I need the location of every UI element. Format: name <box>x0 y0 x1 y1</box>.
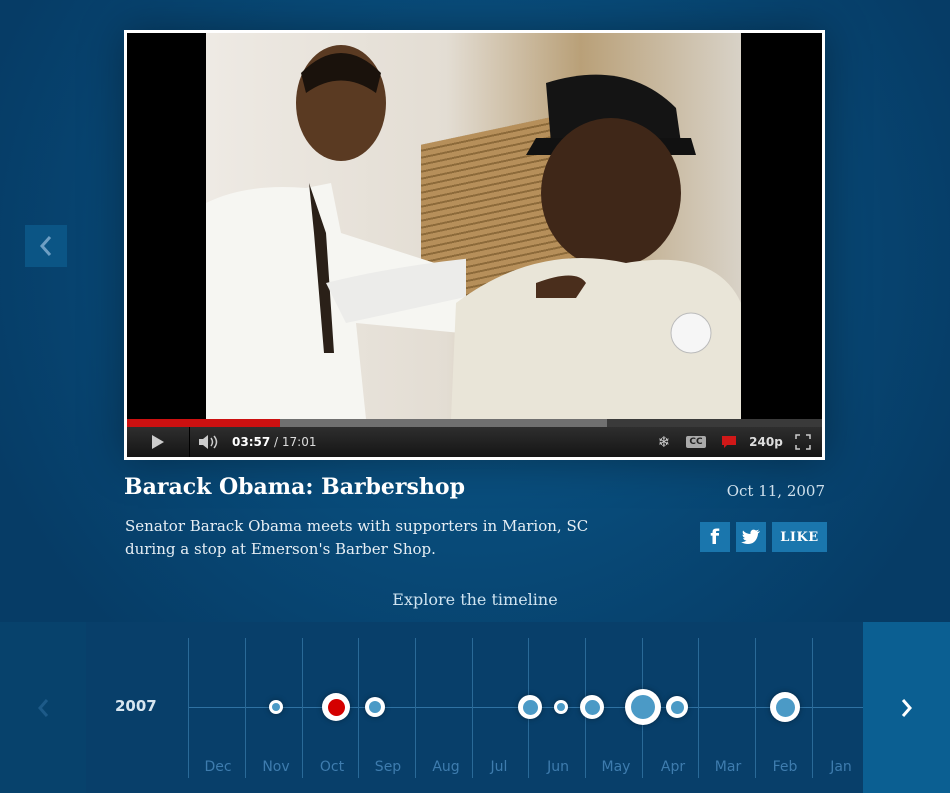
month-gridline <box>755 638 756 778</box>
chevron-left-icon <box>38 698 49 717</box>
twitter-share-button[interactable] <box>736 522 766 552</box>
previous-video-button[interactable] <box>25 225 67 267</box>
timeline-video-marker[interactable] <box>625 689 661 725</box>
facebook-share-button[interactable]: f <box>700 522 730 552</box>
time-display: 03:57 / 17:01 <box>232 427 316 457</box>
month-gridline <box>302 638 303 778</box>
timeline-video-marker[interactable] <box>554 700 568 714</box>
fullscreen-icon <box>795 434 811 450</box>
annotations-button[interactable] <box>717 427 741 457</box>
share-buttons: f LIKE <box>700 522 827 552</box>
fullscreen-button[interactable] <box>789 427 817 457</box>
player-controls: 03:57 / 17:01 ❄ CC 240p <box>127 427 822 457</box>
timeline-video-marker-active[interactable] <box>322 693 350 721</box>
month-gridline <box>698 638 699 778</box>
month-label: Jan <box>830 759 852 775</box>
duration: / 17:01 <box>274 435 317 449</box>
month-gridline <box>245 638 246 778</box>
month-gridline <box>188 638 189 778</box>
video-title: Barack Obama: Barbershop <box>124 474 465 500</box>
video-progress-bar[interactable] <box>127 419 822 427</box>
timeline-video-marker[interactable] <box>269 700 283 714</box>
volume-button[interactable] <box>189 427 229 457</box>
video-person-right <box>451 74 741 419</box>
video-frame[interactable] <box>206 33 741 419</box>
timeline-video-marker[interactable] <box>770 692 800 722</box>
month-label: Apr <box>660 759 686 775</box>
speech-bubble-icon <box>722 436 736 448</box>
timeline-video-marker[interactable] <box>580 695 604 719</box>
explore-timeline-heading: Explore the timeline <box>392 590 558 609</box>
month-label: Feb <box>772 759 798 775</box>
play-button[interactable] <box>127 427 190 457</box>
captions-button[interactable]: CC <box>684 427 708 457</box>
video-description: Senator Barack Obama meets with supporte… <box>125 517 589 558</box>
quality-button[interactable]: 240p <box>747 427 785 457</box>
month-gridline <box>358 638 359 778</box>
month-gridline <box>415 638 416 778</box>
video-date: Oct 11, 2007 <box>726 482 825 500</box>
timeline-video-marker[interactable] <box>666 696 688 718</box>
month-label: Dec <box>204 759 232 775</box>
facebook-icon: f <box>710 525 720 549</box>
timeline-previous-button[interactable] <box>0 622 86 793</box>
month-label: Jul <box>490 759 508 775</box>
timeline-next-button[interactable] <box>863 622 950 793</box>
current-time: 03:57 <box>232 435 271 449</box>
month-gridline <box>472 638 473 778</box>
month-label: Jun <box>547 759 569 775</box>
month-label: Aug <box>432 759 460 775</box>
progress-played <box>127 419 280 427</box>
month-gridline <box>812 638 813 778</box>
month-label: Sep <box>374 759 402 775</box>
timeline-year: 2007 <box>115 697 157 715</box>
video-player[interactable]: 03:57 / 17:01 ❄ CC 240p <box>124 30 825 460</box>
month-label: Mar <box>714 759 742 775</box>
chevron-right-icon <box>901 698 912 717</box>
timeline-video-marker[interactable] <box>518 695 542 719</box>
month-label: Nov <box>262 759 290 775</box>
like-button[interactable]: LIKE <box>772 522 827 552</box>
timeline-video-marker[interactable] <box>365 697 385 717</box>
snowflake-button[interactable]: ❄ <box>652 427 676 457</box>
month-label: May <box>601 759 631 775</box>
chevron-left-icon <box>39 236 52 256</box>
twitter-bird-icon <box>741 529 760 544</box>
play-icon <box>152 435 164 449</box>
speaker-icon <box>199 435 218 449</box>
closed-captions-icon: CC <box>686 436 706 448</box>
month-label: Oct <box>319 759 345 775</box>
snowflake-icon: ❄ <box>657 433 671 451</box>
